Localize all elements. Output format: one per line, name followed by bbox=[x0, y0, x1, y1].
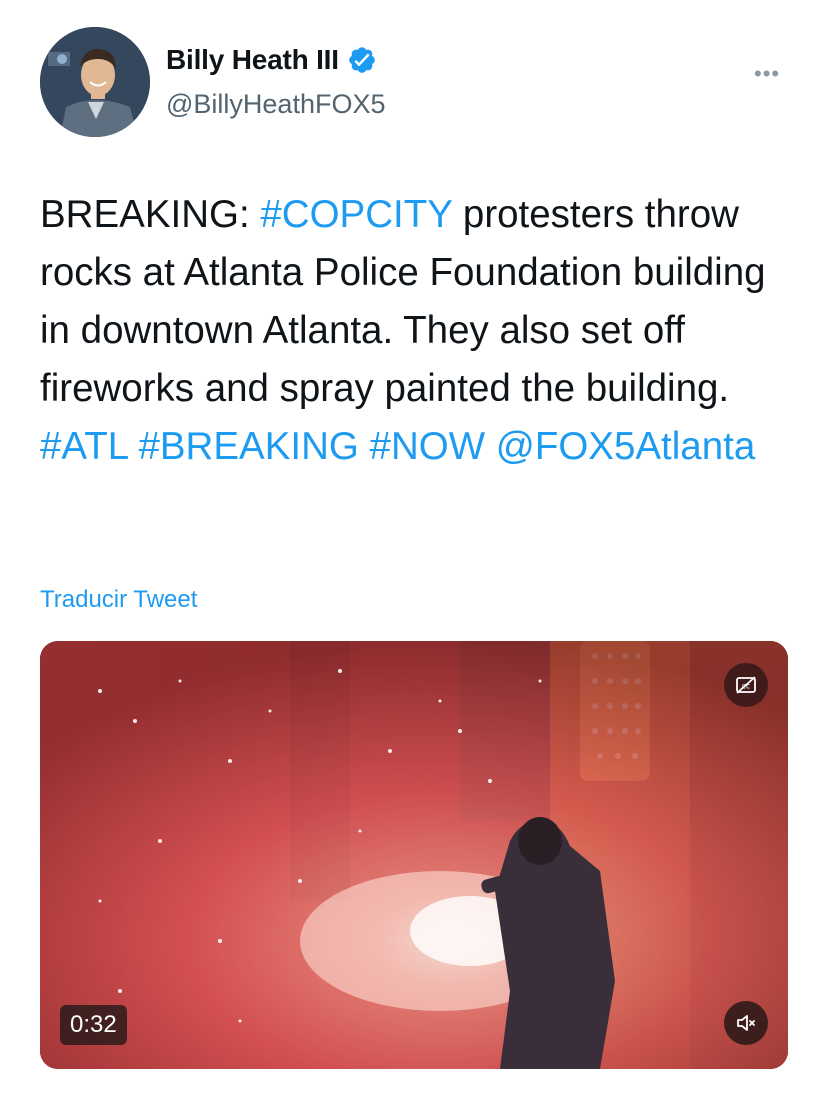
tweet-text-segment bbox=[359, 425, 370, 468]
more-options-icon[interactable]: ••• bbox=[754, 61, 780, 87]
translate-tweet-link[interactable]: Traducir Tweet bbox=[40, 586, 197, 614]
profile-photo-icon bbox=[40, 27, 150, 137]
hashtag-link[interactable]: #BREAKING bbox=[138, 425, 358, 468]
tweet-text-segment bbox=[128, 425, 139, 468]
video-player[interactable]: cc 0:32 bbox=[40, 641, 788, 1069]
author-name-row: Billy Heath III bbox=[166, 44, 377, 76]
closed-captions-icon: cc bbox=[736, 676, 756, 694]
mention-link[interactable]: @FOX5Atlanta bbox=[496, 425, 756, 468]
hashtag-link[interactable]: #NOW bbox=[370, 425, 486, 468]
video-duration: 0:32 bbox=[60, 1005, 127, 1045]
author-handle[interactable]: @BillyHeathFOX5 bbox=[166, 89, 385, 120]
tweet-header: Billy Heath III @BillyHeathFOX5 ••• bbox=[40, 27, 800, 139]
muted-speaker-icon bbox=[737, 1015, 755, 1031]
unmute-button[interactable] bbox=[724, 1001, 768, 1045]
hashtag-link[interactable]: #COPCITY bbox=[260, 193, 452, 236]
hashtag-link[interactable]: #ATL bbox=[40, 425, 128, 468]
closed-captions-button[interactable]: cc bbox=[724, 663, 768, 707]
tweet-text: BREAKING: #COPCITY protesters throw rock… bbox=[40, 186, 780, 476]
verified-badge-icon bbox=[349, 47, 375, 73]
author-avatar[interactable] bbox=[40, 27, 150, 137]
tweet-text-segment: BREAKING: bbox=[40, 193, 261, 236]
tweet-text-segment bbox=[485, 425, 496, 468]
author-display-name[interactable]: Billy Heath III bbox=[166, 44, 339, 76]
video-frame bbox=[40, 641, 788, 1069]
